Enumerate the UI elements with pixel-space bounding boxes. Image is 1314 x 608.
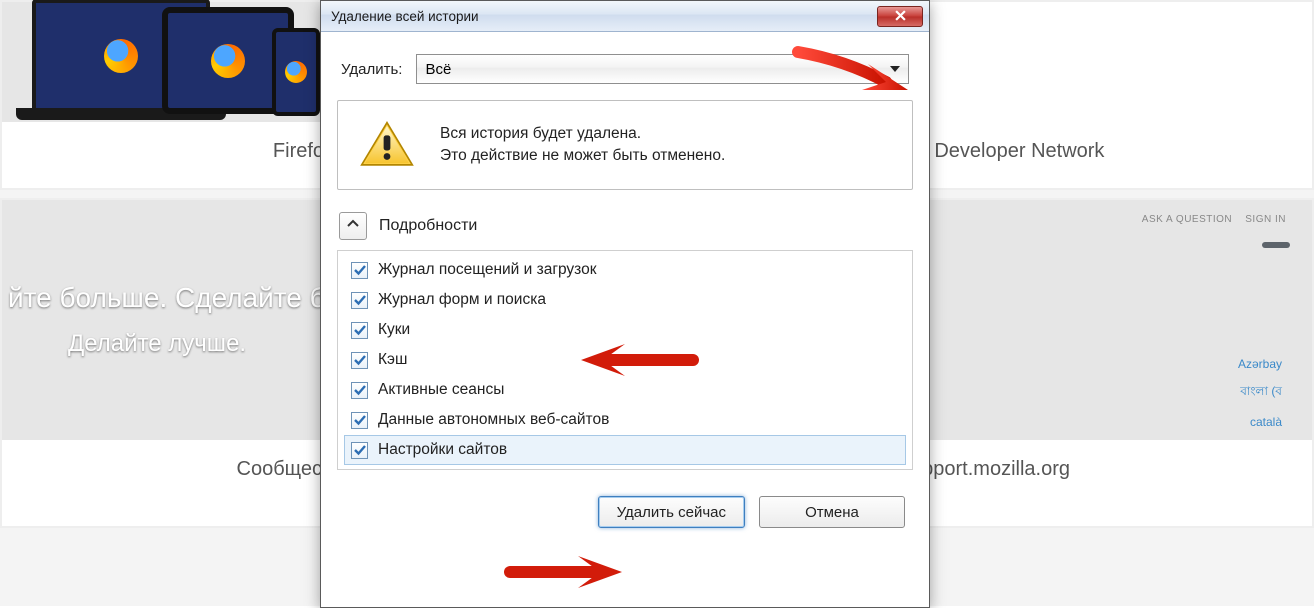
firefox-icon	[211, 44, 245, 78]
clear-now-button[interactable]: Удалить сейчас	[598, 496, 745, 528]
time-range-select[interactable]: Всё	[416, 54, 909, 84]
check-item-forms[interactable]: Журнал форм и поиска	[344, 285, 906, 315]
details-toggle[interactable]	[339, 212, 367, 240]
delete-label: Удалить:	[341, 61, 402, 78]
checkbox-icon[interactable]	[351, 292, 368, 309]
check-label: Настройки сайтов	[378, 441, 507, 459]
lang-link[interactable]: Azərbay	[1047, 351, 1286, 377]
clear-history-dialog: Удаление всей истории Удалить: Всё	[320, 0, 930, 608]
check-label: Куки	[378, 321, 410, 339]
dialog-titlebar[interactable]: Удаление всей истории	[321, 1, 929, 32]
check-item-sessions[interactable]: Активные сеансы	[344, 375, 906, 405]
details-label: Подробности	[379, 217, 477, 235]
details-list: Журнал посещений и загрузок Журнал форм …	[337, 250, 913, 470]
hero-line: Делайте лучше.	[68, 330, 246, 358]
warning-icon	[360, 121, 414, 169]
close-button[interactable]	[877, 6, 923, 27]
check-item-cache[interactable]: Кэш	[344, 345, 906, 375]
checkbox-icon[interactable]	[351, 262, 368, 279]
check-label: Журнал форм и поиска	[378, 291, 546, 309]
checkbox-icon[interactable]	[351, 382, 368, 399]
firefox-icon	[285, 61, 307, 83]
warning-line: Вся история будет удалена.	[440, 125, 725, 143]
checkbox-icon[interactable]	[351, 352, 368, 369]
check-item-history[interactable]: Журнал посещений и загрузок	[344, 255, 906, 285]
checkbox-icon[interactable]	[351, 322, 368, 339]
dialog-title: Удаление всей истории	[331, 9, 877, 24]
check-label: Кэш	[378, 351, 407, 369]
check-label: Данные автономных веб-сайтов	[378, 411, 609, 429]
check-item-sitesettings[interactable]: Настройки сайтов	[344, 435, 906, 465]
chevron-down-icon	[890, 66, 900, 72]
checkbox-icon[interactable]	[351, 412, 368, 429]
select-value: Всё	[425, 61, 451, 78]
support-top-link[interactable]: ASK A QUESTION	[1142, 214, 1232, 225]
button-label: Отмена	[805, 504, 859, 521]
lang-link[interactable]: català	[1047, 409, 1286, 435]
check-item-cookies[interactable]: Куки	[344, 315, 906, 345]
check-label: Активные сеансы	[378, 381, 504, 399]
chevron-up-icon	[347, 217, 359, 235]
support-top-link[interactable]: SIGN IN	[1245, 214, 1286, 225]
cancel-button[interactable]: Отмена	[759, 496, 905, 528]
support-pill[interactable]	[1262, 242, 1290, 248]
lang-link[interactable]: বাংলা (ব	[1047, 377, 1286, 409]
check-label: Журнал посещений и загрузок	[378, 261, 597, 279]
close-icon	[895, 9, 906, 24]
warning-line: Это действие не может быть отменено.	[440, 147, 725, 165]
check-item-offline[interactable]: Данные автономных веб-сайтов	[344, 405, 906, 435]
warning-box: Вся история будет удалена. Это действие …	[337, 100, 913, 190]
firefox-icon	[104, 39, 138, 73]
button-label: Удалить сейчас	[617, 504, 726, 521]
checkbox-icon[interactable]	[351, 442, 368, 459]
